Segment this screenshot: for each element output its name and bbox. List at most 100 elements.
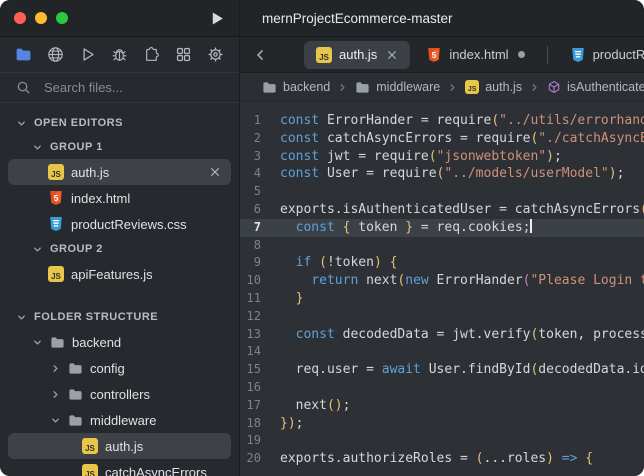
editor-tab-index-html[interactable]: 5index.html [414, 41, 536, 69]
code-line: 19 [240, 432, 644, 450]
settings-icon[interactable] [207, 46, 224, 63]
activity-bar [0, 37, 239, 73]
line-number: 5 [246, 183, 261, 201]
tree-item-catchasyncerrors[interactable]: JScatchAsyncErrors [8, 459, 231, 476]
tree-item-controllers[interactable]: controllers [8, 381, 231, 407]
code-line: 16 [240, 379, 644, 397]
code-token: "../models/userModel" [444, 166, 608, 181]
chevron-down-icon [32, 244, 43, 255]
code-token: if [296, 255, 312, 270]
open-editor-item[interactable]: 5index.html [8, 185, 231, 211]
editor-area: JSauth.js5index.htmlproductReviews.css b… [240, 37, 644, 476]
css-file-icon [48, 216, 64, 232]
breadcrumb-item-backend[interactable]: backend [262, 80, 330, 95]
code-line: 1const ErrorHander = require("../utils/e… [240, 112, 644, 130]
code-token: const [296, 220, 335, 235]
tree-item-label: controllers [90, 387, 150, 402]
breadcrumb: backend middleware JSauth.js isAuthenticate… [240, 73, 644, 102]
code-line: 6 exports.isAuthenticatedUser = catchAsyn… [240, 201, 644, 219]
breadcrumb-label: auth.js [485, 80, 522, 94]
grid-icon[interactable] [175, 46, 192, 63]
code-line: 3const jwt = require("jsonwebtoken"); [240, 148, 644, 166]
breadcrumb-separator-icon [447, 82, 458, 93]
code-line: 20exports.authorizeRoles = (...roles) =>… [240, 450, 644, 468]
line-number: 8 [246, 237, 261, 255]
close-icon[interactable] [386, 49, 398, 61]
code-line: 5 [240, 183, 644, 201]
line-number: 1 [246, 112, 261, 130]
code-token: => [562, 451, 578, 466]
folder-icon [355, 80, 370, 95]
code-token: jwt = require [319, 149, 429, 164]
line-number: 20 [246, 450, 261, 468]
breadcrumb-item-auth-js[interactable]: JSauth.js [465, 80, 522, 94]
search-bar [0, 73, 239, 103]
section-header-folder-structure[interactable]: FOLDER STRUCTURE [8, 305, 231, 329]
close-icon[interactable] [209, 166, 231, 178]
text-cursor [530, 219, 532, 233]
search-input[interactable] [42, 79, 196, 96]
code-token [280, 255, 296, 270]
section-gap [0, 287, 239, 305]
editor-tab-productreviews-css[interactable]: productReviews.css [558, 41, 644, 69]
code-token: ...roles [484, 451, 547, 466]
file-name: apiFeatures.js [71, 267, 153, 282]
chevron-right-icon[interactable] [276, 47, 292, 63]
tree-item-label: catchAsyncErrors [105, 465, 207, 476]
code-token [280, 273, 311, 288]
code-token: ; [296, 416, 304, 431]
code-text: } [280, 290, 303, 308]
code-token: { [390, 255, 398, 270]
tree-item-label: middleware [90, 413, 156, 428]
chevron-down-icon [50, 415, 61, 426]
breadcrumb-label: isAuthenticatedUser [567, 80, 644, 94]
code-token: }) [280, 416, 296, 431]
open-editor-item[interactable]: JSauth.js [8, 159, 231, 185]
code-token: const [280, 149, 319, 164]
code-token: const [280, 131, 319, 146]
title-bar: mernProjectEcommerce-master [0, 0, 644, 37]
code-token [280, 220, 296, 235]
sidebar: OPEN EDITORSGROUP 1JSauth.js5index.htmlp… [0, 37, 240, 476]
html-file-icon: 5 [426, 47, 442, 63]
chevron-down-icon [16, 312, 27, 323]
line-number: 6 [246, 201, 261, 219]
traffic-light-minimize[interactable] [35, 12, 47, 24]
breadcrumb-item-isauthenticateduser[interactable]: isAuthenticatedUser [547, 80, 644, 94]
files-icon[interactable] [15, 46, 32, 63]
editor-group-label[interactable]: GROUP 1 [8, 135, 231, 159]
code-editor[interactable]: 1const ErrorHander = require("../utils/e… [240, 102, 644, 476]
traffic-light-close[interactable] [14, 12, 26, 24]
code-text: if (!token) { [280, 254, 397, 272]
line-number: 17 [246, 397, 261, 415]
editor-group-label[interactable]: GROUP 2 [8, 237, 231, 261]
open-editor-item[interactable]: productReviews.css [8, 211, 231, 237]
svg-text:5: 5 [54, 193, 59, 203]
breadcrumb-item-middleware[interactable]: middleware [355, 80, 440, 95]
line-number: 2 [246, 130, 261, 148]
code-token: decodedData = jwt.verify [335, 327, 531, 342]
code-token: ( [640, 202, 644, 217]
code-line: 17 next(); [240, 397, 644, 415]
svg-text:5: 5 [432, 49, 437, 59]
extensions-icon[interactable] [143, 46, 160, 63]
code-token: User.findById [421, 362, 531, 377]
traffic-light-zoom[interactable] [56, 12, 68, 24]
run-play-button[interactable] [208, 10, 225, 27]
tree-item-backend[interactable]: backend [8, 329, 231, 355]
section-header-open-editors[interactable]: OPEN EDITORS [8, 111, 231, 135]
tree-item-config[interactable]: config [8, 355, 231, 381]
code-text: const catchAsyncErrors = require("./catc… [280, 130, 644, 148]
code-text: next(); [280, 397, 350, 415]
tree-item-auth-js[interactable]: JSauth.js [8, 433, 231, 459]
globe-icon[interactable] [47, 46, 64, 63]
run-icon[interactable] [79, 46, 96, 63]
code-line: 9 if (!token) { [240, 254, 644, 272]
code-text: exports.isAuthenticatedUser = catchAsync… [280, 201, 644, 219]
chevron-left-icon[interactable] [252, 47, 268, 63]
debug-icon[interactable] [111, 46, 128, 63]
open-editor-item[interactable]: JSapiFeatures.js [8, 261, 231, 287]
editor-tab-auth-js[interactable]: JSauth.js [304, 41, 410, 69]
window-body: OPEN EDITORSGROUP 1JSauth.js5index.htmlp… [0, 37, 644, 476]
tree-item-middleware[interactable]: middleware [8, 407, 231, 433]
